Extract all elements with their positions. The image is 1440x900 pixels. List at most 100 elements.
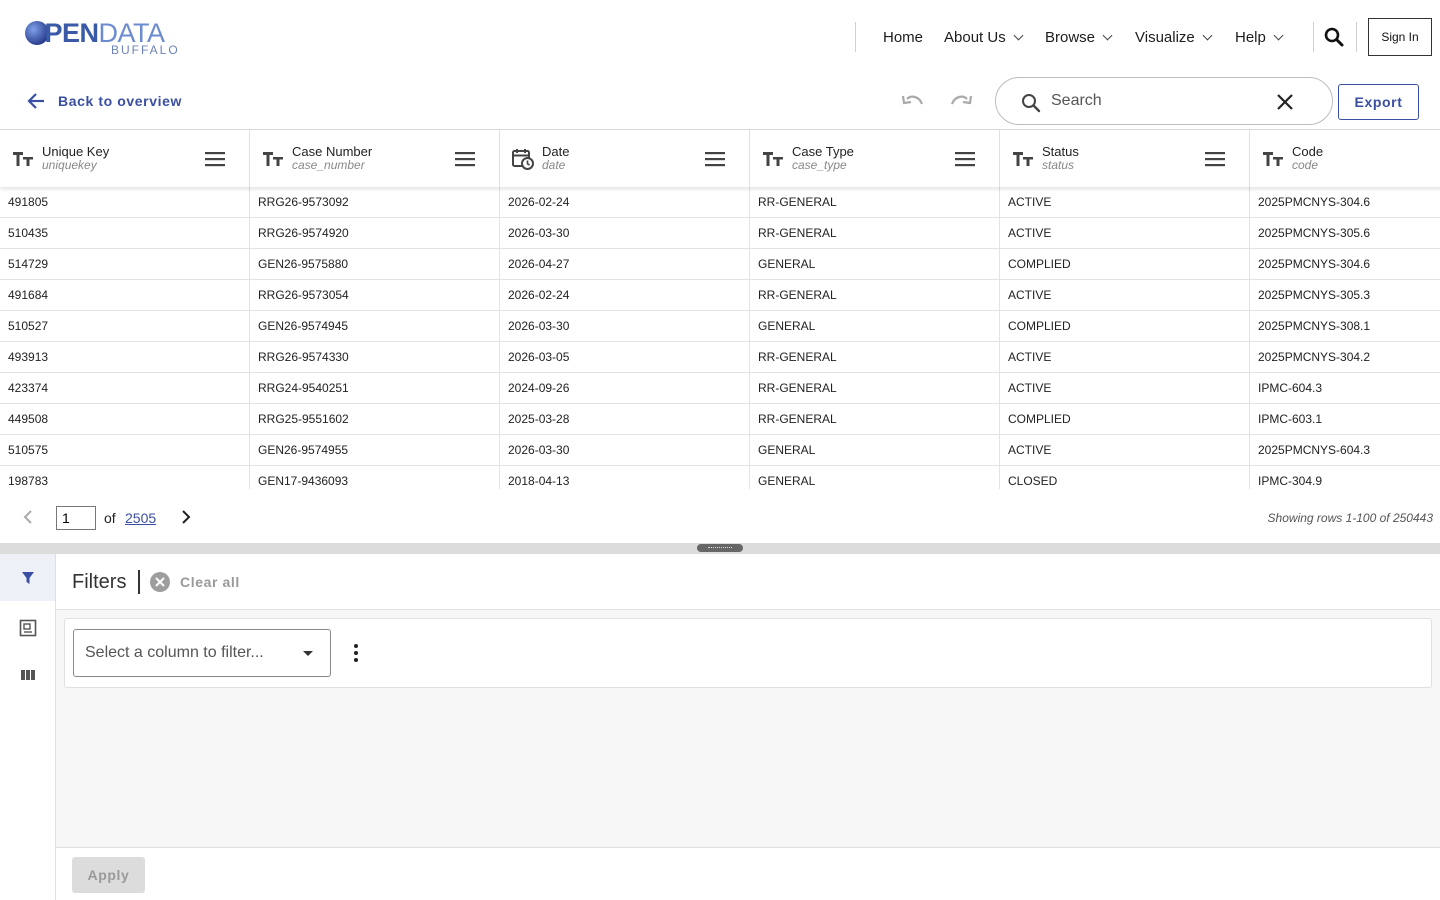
export-button[interactable]: Export	[1338, 84, 1419, 120]
chevron-right-icon[interactable]	[178, 509, 194, 525]
table-cell-code[interactable]: IPMC-603.1	[1250, 404, 1440, 435]
table-cell-case_type[interactable]: RR-GENERAL	[750, 373, 1000, 404]
table-row[interactable]: 514729 GEN26-9575880 2026-04-27 GENERAL COMP…	[0, 249, 1440, 280]
table-cell-date[interactable]: 2026-03-05	[500, 342, 750, 373]
table-cell-status[interactable]: COMPLIED	[1000, 404, 1250, 435]
search-icon[interactable]	[1322, 25, 1346, 49]
table-cell-uniquekey[interactable]: 491805	[0, 187, 250, 218]
nav-browse[interactable]: Browse	[1045, 26, 1113, 48]
column-header-case_type[interactable]: Case Type case_type	[750, 130, 1000, 187]
table-cell-case_type[interactable]: GENERAL	[750, 249, 1000, 280]
total-pages-link[interactable]: 2505	[125, 510, 156, 526]
more-options-icon[interactable]	[348, 641, 364, 665]
table-cell-uniquekey[interactable]: 493913	[0, 342, 250, 373]
table-cell-case_number[interactable]: RRG26-9574920	[250, 218, 500, 249]
table-cell-case_number[interactable]: GEN26-9574945	[250, 311, 500, 342]
table-cell-case_type[interactable]: RR-GENERAL	[750, 342, 1000, 373]
table-cell-code[interactable]: 2025PMCNYS-308.1	[1250, 311, 1440, 342]
open-data-buffalo-logo[interactable]: OPENDATA BUFFALO	[24, 18, 184, 58]
table-row[interactable]: 510575 GEN26-9574955 2026-03-30 GENERAL ACTI…	[0, 435, 1440, 466]
column-menu-icon[interactable]	[954, 150, 976, 168]
table-cell-code[interactable]: 2025PMCNYS-305.3	[1250, 280, 1440, 311]
nav-help[interactable]: Help	[1235, 26, 1284, 48]
sign-in-button[interactable]: Sign In	[1368, 18, 1432, 56]
table-cell-uniquekey[interactable]: 449508	[0, 404, 250, 435]
table-cell-code[interactable]: 2025PMCNYS-305.6	[1250, 218, 1440, 249]
nav-about-us[interactable]: About Us	[944, 26, 1024, 48]
table-cell-uniquekey[interactable]: 491684	[0, 280, 250, 311]
page-number-input[interactable]	[56, 506, 96, 530]
table-row[interactable]: 198783 GEN17-9436093 2018-04-13 GENERAL CLOS…	[0, 466, 1440, 489]
columns-tab[interactable]	[0, 651, 55, 698]
grid-search-input[interactable]	[1051, 88, 1251, 114]
table-cell-status[interactable]: ACTIVE	[1000, 187, 1250, 218]
chevron-left-icon[interactable]	[20, 509, 36, 525]
table-cell-status[interactable]: ACTIVE	[1000, 342, 1250, 373]
table-cell-case_type[interactable]: GENERAL	[750, 466, 1000, 489]
table-row[interactable]: 423374 RRG24-9540251 2024-09-26 RR-GENERAL A…	[0, 373, 1440, 404]
apply-button[interactable]: Apply	[72, 857, 145, 893]
table-cell-status[interactable]: ACTIVE	[1000, 435, 1250, 466]
column-header-date[interactable]: Date date	[500, 130, 750, 187]
group-tab[interactable]	[0, 604, 55, 651]
table-cell-status[interactable]: ACTIVE	[1000, 280, 1250, 311]
table-cell-date[interactable]: 2026-02-24	[500, 187, 750, 218]
table-cell-case_number[interactable]: RRG26-9573054	[250, 280, 500, 311]
table-cell-case_type[interactable]: RR-GENERAL	[750, 404, 1000, 435]
table-cell-status[interactable]: CLOSED	[1000, 466, 1250, 489]
table-cell-case_type[interactable]: RR-GENERAL	[750, 218, 1000, 249]
table-row[interactable]: 510527 GEN26-9574945 2026-03-30 GENERAL COMP…	[0, 311, 1440, 342]
panel-resize-splitter[interactable]	[0, 543, 1440, 554]
table-cell-date[interactable]: 2026-03-30	[500, 218, 750, 249]
filter-column-select[interactable]: Select a column to filter...	[73, 629, 331, 677]
table-cell-code[interactable]: IPMC-304.9	[1250, 466, 1440, 489]
table-cell-code[interactable]: IPMC-604.3	[1250, 373, 1440, 404]
undo-icon[interactable]	[900, 90, 926, 114]
close-icon[interactable]	[1275, 92, 1295, 112]
column-header-uniquekey[interactable]: Unique Key uniquekey	[0, 130, 250, 187]
table-cell-uniquekey[interactable]: 198783	[0, 466, 250, 489]
column-menu-icon[interactable]	[204, 150, 226, 168]
table-cell-status[interactable]: ACTIVE	[1000, 218, 1250, 249]
table-row[interactable]: 493913 RRG26-9574330 2026-03-05 RR-GENERAL A…	[0, 342, 1440, 373]
table-cell-case_number[interactable]: RRG26-9573092	[250, 187, 500, 218]
table-cell-uniquekey[interactable]: 510575	[0, 435, 250, 466]
table-cell-status[interactable]: COMPLIED	[1000, 249, 1250, 280]
table-cell-status[interactable]: ACTIVE	[1000, 373, 1250, 404]
table-cell-date[interactable]: 2026-02-24	[500, 280, 750, 311]
table-cell-case_number[interactable]: RRG26-9574330	[250, 342, 500, 373]
column-menu-icon[interactable]	[1204, 150, 1226, 168]
table-cell-case_type[interactable]: GENERAL	[750, 435, 1000, 466]
table-cell-status[interactable]: COMPLIED	[1000, 311, 1250, 342]
table-cell-date[interactable]: 2026-03-30	[500, 311, 750, 342]
table-cell-case_number[interactable]: RRG25-9551602	[250, 404, 500, 435]
table-cell-case_type[interactable]: GENERAL	[750, 311, 1000, 342]
table-cell-code[interactable]: 2025PMCNYS-304.2	[1250, 342, 1440, 373]
table-cell-date[interactable]: 2018-04-13	[500, 466, 750, 489]
table-cell-date[interactable]: 2024-09-26	[500, 373, 750, 404]
back-to-overview-link[interactable]: Back to overview	[26, 91, 182, 111]
table-cell-date[interactable]: 2026-03-30	[500, 435, 750, 466]
nav-visualize[interactable]: Visualize	[1135, 26, 1213, 48]
table-cell-code[interactable]: 2025PMCNYS-604.3	[1250, 435, 1440, 466]
table-row[interactable]: 449508 RRG25-9551602 2025-03-28 RR-GENERAL C…	[0, 404, 1440, 435]
table-row[interactable]: 491805 RRG26-9573092 2026-02-24 RR-GENERAL A…	[0, 187, 1440, 218]
table-row[interactable]: 510435 RRG26-9574920 2026-03-30 RR-GENERAL A…	[0, 218, 1440, 249]
column-header-case_number[interactable]: Case Number case_number	[250, 130, 500, 187]
table-cell-date[interactable]: 2025-03-28	[500, 404, 750, 435]
nav-home[interactable]: Home	[883, 26, 923, 48]
table-cell-case_type[interactable]: RR-GENERAL	[750, 187, 1000, 218]
clear-all-button[interactable]: Clear all	[150, 572, 240, 592]
column-menu-icon[interactable]	[704, 150, 726, 168]
column-menu-icon[interactable]	[454, 150, 476, 168]
column-header-code[interactable]: Code code	[1250, 130, 1440, 187]
table-cell-case_number[interactable]: GEN26-9575880	[250, 249, 500, 280]
table-cell-case_number[interactable]: GEN26-9574955	[250, 435, 500, 466]
table-cell-uniquekey[interactable]: 510527	[0, 311, 250, 342]
table-cell-case_number[interactable]: RRG24-9540251	[250, 373, 500, 404]
redo-icon[interactable]	[948, 90, 974, 114]
table-cell-case_number[interactable]: GEN17-9436093	[250, 466, 500, 489]
table-cell-code[interactable]: 2025PMCNYS-304.6	[1250, 187, 1440, 218]
table-row[interactable]: 491684 RRG26-9573054 2026-02-24 RR-GENERAL A…	[0, 280, 1440, 311]
table-cell-uniquekey[interactable]: 510435	[0, 218, 250, 249]
